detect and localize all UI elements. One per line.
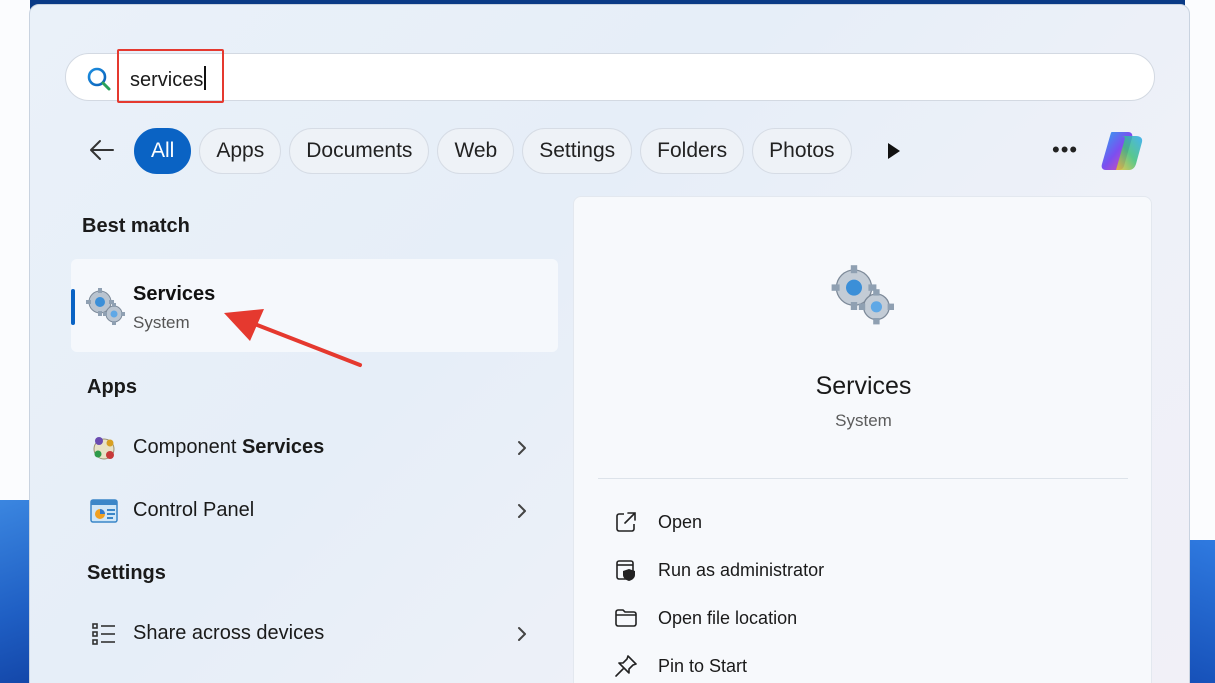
filter-chip-folders[interactable]: Folders (640, 128, 745, 174)
component-services-icon (93, 437, 115, 460)
chevron-right-icon[interactable] (516, 625, 528, 643)
chevron-right-icon[interactable] (516, 502, 528, 520)
settings-result-label: Share across devices (133, 622, 325, 644)
share-list-icon (92, 623, 115, 645)
preview-title: Services (815, 372, 912, 400)
preview-divider (598, 478, 1128, 479)
filter-chip-apps[interactable]: Apps (199, 128, 282, 174)
back-arrow-icon[interactable] (88, 136, 116, 164)
filter-chip-documents[interactable]: Documents (289, 128, 430, 174)
copilot-icon[interactable] (1098, 128, 1146, 174)
app-result-control-panel[interactable]: Control Panel (86, 491, 546, 531)
filter-chip-photos[interactable]: Photos (752, 128, 852, 174)
annotation-arrow (224, 309, 362, 367)
search-icon (87, 67, 111, 91)
folder-icon (615, 609, 637, 627)
pin-icon (615, 655, 637, 677)
filter-chip-settings[interactable]: Settings (522, 128, 633, 174)
filter-chip-all[interactable]: All (134, 128, 192, 174)
app-result-label: Control Panel (133, 499, 255, 521)
text-caret (204, 66, 207, 90)
action-label: Open (658, 512, 703, 532)
app-result-component-services[interactable]: Component Services (86, 428, 546, 468)
filter-chips: All Apps Documents Web Settings Folders … (134, 128, 852, 174)
filter-chip-web[interactable]: Web (437, 128, 515, 174)
gear-services-icon (86, 288, 125, 325)
search-input[interactable]: services (130, 66, 207, 92)
control-panel-icon (90, 499, 118, 523)
more-options-button[interactable]: ••• (1052, 137, 1078, 163)
open-external-icon (616, 512, 636, 532)
play-icon[interactable] (887, 142, 901, 160)
settings-result-share-across-devices[interactable]: Share across devices (86, 614, 546, 654)
gear-services-icon (831, 265, 894, 325)
result-preview-pane: Services System Open Run as administrato… (573, 196, 1152, 683)
section-heading-best-match: Best match (82, 215, 190, 237)
action-label: Run as administrator (658, 560, 825, 580)
section-heading-apps: Apps (87, 376, 137, 398)
search-box[interactable]: services (65, 49, 1155, 103)
selection-indicator (71, 289, 75, 325)
action-label: Open file location (658, 608, 798, 628)
desktop-background-left (0, 0, 30, 520)
best-match-subtitle: System (133, 313, 190, 332)
section-heading-settings: Settings (87, 562, 166, 584)
start-search-panel: services All Apps Documents Web Settings… (29, 4, 1190, 683)
action-label: Pin to Start (658, 656, 748, 676)
app-result-label: Component Services (133, 436, 325, 458)
chevron-right-icon[interactable] (516, 439, 528, 457)
best-match-title: Services (133, 283, 216, 305)
shield-admin-icon (616, 560, 635, 581)
preview-subtitle: System (835, 411, 892, 430)
